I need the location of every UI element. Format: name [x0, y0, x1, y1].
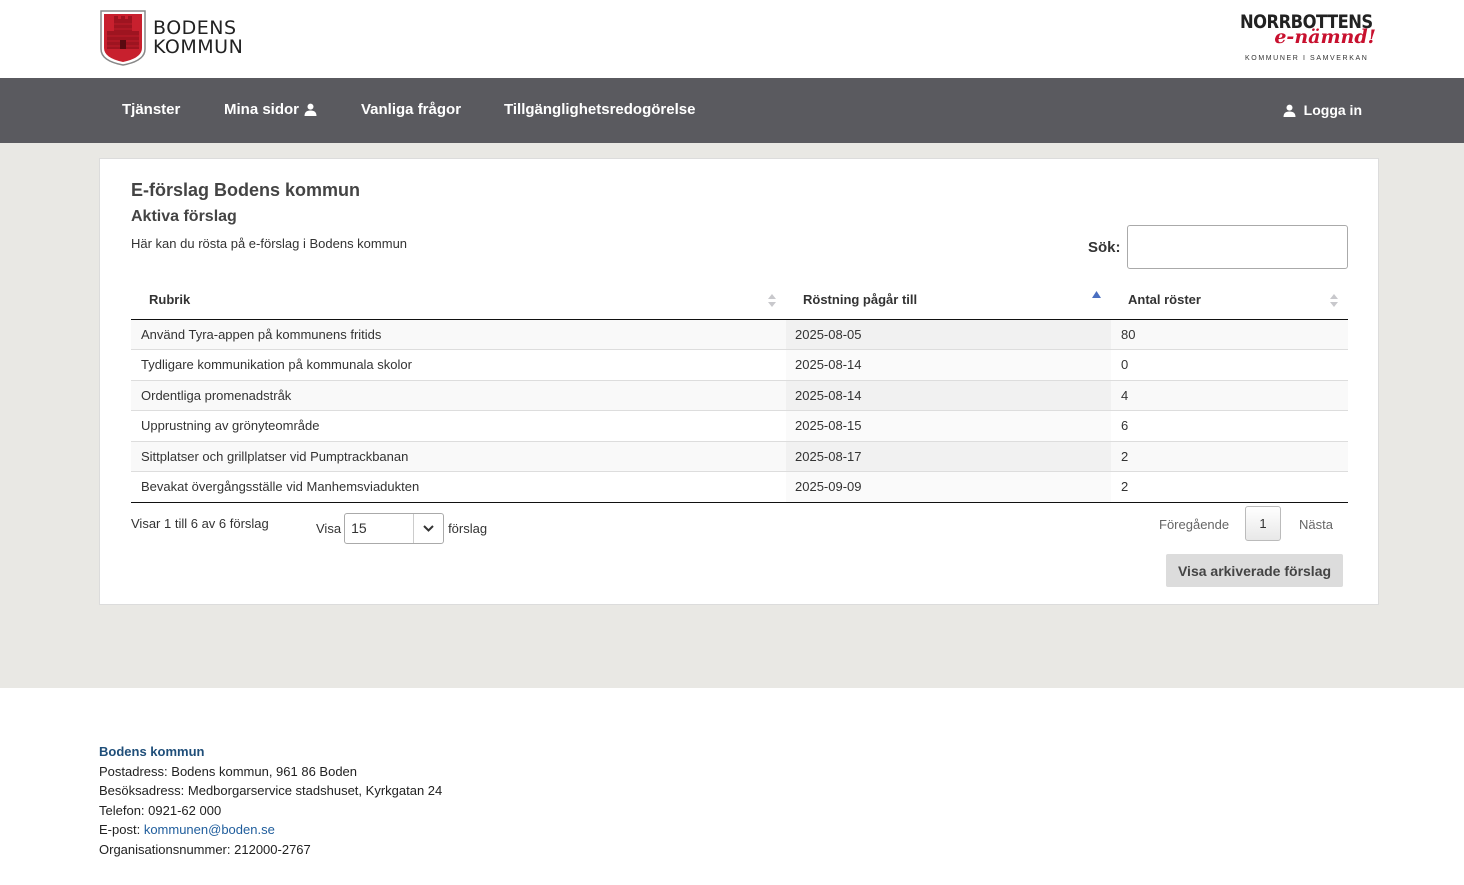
- cell-datum: 2025-08-14: [786, 379, 1111, 411]
- nav-item-mina-sidor[interactable]: Mina sidor: [224, 101, 317, 118]
- logo-right-script: e-nämnd!: [1274, 26, 1376, 48]
- nav-item-label: Mina sidor: [224, 101, 300, 118]
- login-label: Logga in: [1303, 102, 1362, 118]
- logo-right-sub: KOMMUNER I SAMVERKAN: [1245, 55, 1369, 62]
- search-label: Sök:: [1088, 239, 1121, 256]
- bodens-crest-icon: [100, 10, 146, 66]
- cell-rubrik[interactable]: Bevakat övergångsställe vid Manhemsviadu…: [131, 471, 786, 503]
- table-row[interactable]: Bevakat övergångsställe vid Manhemsviadu…: [131, 471, 1348, 503]
- pagination-next[interactable]: Nästa: [1299, 517, 1333, 532]
- nav-item-label: Tjänster: [122, 101, 181, 118]
- column-header-datum[interactable]: Röstning pågår till: [786, 281, 1111, 320]
- content-card: E-förslag Bodens kommun Aktiva förslag H…: [99, 158, 1379, 605]
- sort-both-icon: [1330, 294, 1338, 307]
- nav-item-tillganglighet[interactable]: Tillgänglighetsredogörelse: [504, 101, 695, 118]
- site-header: BODENS KOMMUN NORRBOTTENS e-nämnd! KOMMU…: [0, 0, 1464, 78]
- nav-item-tjanster[interactable]: Tjänster: [122, 101, 180, 118]
- nav-item-label: Tillgänglighetsredogörelse: [504, 101, 696, 118]
- table-row[interactable]: Använd Tyra-appen på kommunens fritids 2…: [131, 319, 1348, 350]
- cell-datum: 2025-09-09: [786, 471, 1111, 503]
- user-icon: [304, 103, 317, 116]
- footer-visit: Besöksadress: Medborgarservice stadshuse…: [99, 781, 442, 801]
- footer-email: E-post: kommunen@boden.se: [99, 820, 442, 840]
- main-area: E-förslag Bodens kommun Aktiva förslag H…: [0, 143, 1464, 688]
- table-row[interactable]: Ordentliga promenadstråk 2025-08-14 4: [131, 379, 1348, 411]
- nav-item-vanliga-fragor[interactable]: Vanliga frågor: [361, 101, 461, 118]
- length-prefix: Visa: [316, 521, 342, 536]
- search-input[interactable]: [1127, 225, 1348, 269]
- footer-phone: Telefon: 0921-62 000: [99, 801, 442, 821]
- column-header-label: Rubrik: [149, 292, 191, 308]
- cell-rubrik[interactable]: Upprustning av grönyteområde: [131, 410, 786, 441]
- cell-rubrik[interactable]: Använd Tyra-appen på kommunens fritids: [131, 319, 786, 350]
- column-header-antal[interactable]: Antal röster: [1111, 281, 1348, 320]
- page-length-select[interactable]: 15: [344, 513, 445, 544]
- footer-label: Besöksadress:: [99, 783, 185, 799]
- cell-antal: 6: [1111, 410, 1348, 441]
- column-header-label: Röstning pågår till: [803, 292, 918, 308]
- nav-item-label: Vanliga frågor: [361, 101, 462, 118]
- length-suffix: förslag: [448, 521, 488, 536]
- page-title: E-förslag Bodens kommun: [131, 180, 361, 200]
- footer-postal: Postadress: Bodens kommun, 961 86 Boden: [99, 762, 442, 782]
- cell-antal: 0: [1111, 349, 1348, 380]
- column-header-label: Antal röster: [1128, 292, 1201, 308]
- footer-label: Telefon:: [99, 802, 145, 818]
- logo-text: BODENS KOMMUN: [153, 16, 244, 58]
- login-link[interactable]: Logga in: [1283, 102, 1362, 118]
- main-nav: Tjänster Mina sidor Vanliga frågor Tillg…: [0, 78, 1464, 143]
- cell-datum: 2025-08-17: [786, 440, 1111, 472]
- column-header-rubrik[interactable]: Rubrik: [131, 281, 786, 320]
- table-info: Visar 1 till 6 av 6 förslag: [131, 516, 269, 531]
- footer-label: Postadress:: [99, 763, 168, 779]
- footer-org-name[interactable]: Bodens kommun: [99, 742, 442, 762]
- user-icon: [1283, 104, 1296, 117]
- table-header-row: Rubrik Röstning pågår till Antal röster: [131, 281, 1348, 320]
- table-row[interactable]: Sittplatser och grillplatser vid Pumptra…: [131, 440, 1348, 472]
- cell-antal: 4: [1111, 379, 1348, 411]
- bodens-kommun-logo[interactable]: BODENS KOMMUN: [99, 9, 243, 66]
- footer-value: Medborgarservice stadshuset, Kyrkgatan 2…: [187, 783, 443, 799]
- proposals-table: Rubrik Röstning pågår till Antal röster: [131, 281, 1348, 503]
- cell-datum: 2025-08-14: [786, 349, 1111, 380]
- sort-asc-icon: [1092, 291, 1101, 298]
- footer-value: 212000-2767: [234, 841, 311, 857]
- table-row[interactable]: Tydligare kommunikation på kommunala sko…: [131, 349, 1348, 380]
- cell-antal: 80: [1111, 319, 1348, 350]
- sort-both-icon: [768, 294, 776, 307]
- logo-line-2: KOMMUN: [153, 35, 244, 58]
- site-footer: Bodens kommun Postadress: Bodens kommun,…: [0, 688, 1464, 885]
- footer-label: E-post:: [99, 822, 141, 838]
- footer-org-number: Organisationsnummer: 212000-2767: [99, 840, 442, 860]
- pagination-previous[interactable]: Föregående: [1159, 517, 1229, 532]
- footer-contact: Bodens kommun Postadress: Bodens kommun,…: [99, 742, 442, 860]
- page-length: Visa 15 förslag: [316, 513, 487, 544]
- page-subtitle: Aktiva förslag: [131, 208, 237, 225]
- norrbottens-e-namnd-logo[interactable]: NORRBOTTENS e-nämnd! KOMMUNER I SAMVERKA…: [1240, 12, 1380, 66]
- page-description: Här kan du rösta på e-förslag i Bodens k…: [131, 236, 408, 251]
- footer-value: Bodens kommun, 961 86 Boden: [171, 763, 358, 779]
- cell-datum: 2025-08-05: [786, 319, 1111, 350]
- cell-rubrik[interactable]: Sittplatser och grillplatser vid Pumptra…: [131, 440, 786, 472]
- table-row[interactable]: Upprustning av grönyteområde 2025-08-15 …: [131, 410, 1348, 441]
- cell-antal: 2: [1111, 471, 1348, 503]
- pagination-current-page[interactable]: 1: [1245, 506, 1281, 541]
- chevron-down-icon: [413, 514, 443, 543]
- footer-value: 0921-62 000: [148, 802, 222, 818]
- page-length-value: 15: [351, 520, 367, 536]
- logo-line-1: BODENS: [153, 16, 237, 39]
- cell-rubrik[interactable]: Tydligare kommunikation på kommunala sko…: [131, 349, 786, 380]
- footer-label: Organisationsnummer:: [99, 841, 231, 857]
- cell-antal: 2: [1111, 440, 1348, 472]
- footer-email-link[interactable]: kommunen@boden.se: [144, 822, 275, 837]
- cell-datum: 2025-08-15: [786, 410, 1111, 441]
- cell-rubrik[interactable]: Ordentliga promenadstråk: [131, 379, 786, 411]
- show-archived-button[interactable]: Visa arkiverade förslag: [1166, 554, 1343, 587]
